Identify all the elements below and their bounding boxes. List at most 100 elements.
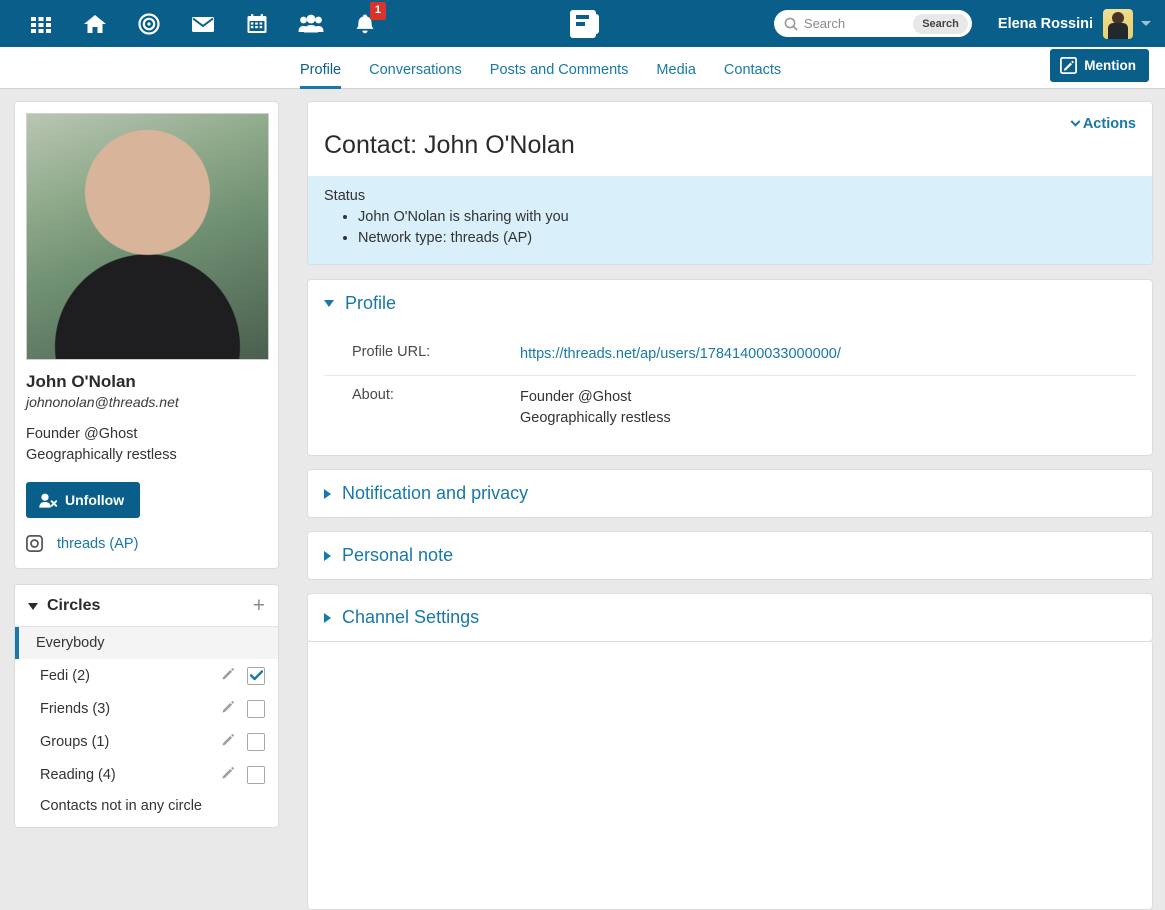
circle-item-reading[interactable]: Reading (4) (15, 758, 278, 791)
status-alert: Status John O'Nolan is sharing with you … (308, 176, 1152, 264)
target-icon[interactable] (122, 0, 176, 47)
envelope-icon[interactable] (176, 0, 230, 47)
edit-pencil-icon[interactable] (221, 765, 236, 784)
circle-item-fedi[interactable]: Fedi (2) (15, 659, 278, 692)
field-label: About: (324, 387, 520, 429)
edit-pencil-icon[interactable] (221, 666, 236, 685)
calendar-icon[interactable] (230, 0, 284, 47)
navbar-right: Search Elena Rossini (774, 9, 1151, 39)
user-name-label[interactable]: Elena Rossini (998, 16, 1093, 32)
edit-pencil-icon[interactable] (221, 732, 236, 751)
contact-header: Actions Contact: John O'Nolan (308, 102, 1152, 176)
status-list: John O'Nolan is sharing with you Network… (324, 207, 1136, 248)
mention-button-label: Mention (1084, 58, 1136, 73)
circle-checkbox[interactable] (247, 733, 265, 751)
about-line-1: Founder @Ghost (520, 387, 671, 408)
apps-grid-icon[interactable] (14, 0, 68, 47)
triangle-down-icon[interactable] (28, 603, 38, 610)
search-box[interactable]: Search (774, 10, 972, 37)
search-button[interactable]: Search (913, 14, 968, 34)
about-line-2: Geographically restless (520, 408, 671, 429)
section-title: Notification and privacy (342, 483, 528, 504)
circle-checkbox[interactable] (247, 766, 265, 784)
field-value: https://threads.net/ap/users/17841400033… (520, 344, 841, 365)
bell-icon[interactable]: 1 (338, 0, 392, 47)
page-body: John O'Nolan johnonolan@threads.net Foun… (0, 89, 1165, 910)
field-value: Founder @Ghost Geographically restless (520, 387, 671, 429)
mention-button[interactable]: Mention (1050, 49, 1149, 82)
field-label: Profile URL: (324, 344, 520, 365)
field-row-profile-url: Profile URL: https://threads.net/ap/user… (324, 333, 1136, 376)
triangle-down-icon (324, 300, 334, 307)
section-channel-settings: Channel Settings (307, 593, 1153, 642)
circles-header: Circles + (15, 585, 278, 627)
circle-label: Contacts not in any circle (40, 798, 265, 814)
nav-icon-group: 1 (14, 0, 392, 47)
search-icon (784, 17, 798, 31)
unfollow-button-label: Unfollow (65, 492, 124, 508)
contacts-icon[interactable] (284, 0, 338, 47)
edit-pencil-icon[interactable] (221, 699, 236, 718)
section-title: Profile (345, 293, 396, 314)
section-profile-body: Profile URL: https://threads.net/ap/user… (308, 327, 1152, 455)
contact-bio-line-2: Geographically restless (26, 445, 267, 466)
section-profile-header[interactable]: Profile (308, 280, 1152, 327)
circle-label: Reading (4) (40, 767, 221, 783)
notification-badge[interactable]: 1 (370, 2, 386, 20)
section-personal-note: Personal note (307, 531, 1153, 580)
compose-pencil-icon (1060, 57, 1077, 74)
contact-bio: Founder @Ghost Geographically restless (26, 424, 267, 465)
circle-item-friends[interactable]: Friends (3) (15, 692, 278, 725)
tab-posts-and-comments[interactable]: Posts and Comments (490, 62, 629, 88)
triangle-right-icon (324, 551, 331, 561)
circle-label: Everybody (36, 635, 265, 651)
sidebar: John O'Nolan johnonolan@threads.net Foun… (14, 101, 279, 828)
circle-label: Groups (1) (40, 734, 221, 750)
tab-media[interactable]: Media (656, 62, 696, 88)
circle-checkbox[interactable] (247, 667, 265, 685)
chevron-down-icon[interactable] (1141, 21, 1151, 26)
home-icon[interactable] (68, 0, 122, 47)
top-navbar: 1 Search Elena Rossini (0, 0, 1165, 47)
section-personal-note-header[interactable]: Personal note (308, 532, 1152, 579)
contact-name: John O'Nolan (26, 372, 267, 392)
unfollow-button[interactable]: Unfollow (26, 482, 140, 518)
network-row: threads (AP) (26, 535, 267, 552)
friendica-logo[interactable] (570, 10, 596, 38)
add-circle-icon[interactable]: + (253, 599, 265, 613)
page-title: Contact: John O'Nolan (324, 131, 1136, 160)
content-filler (307, 642, 1153, 910)
section-notification-and-privacy-header[interactable]: Notification and privacy (308, 470, 1152, 517)
actions-dropdown[interactable]: Actions (1072, 116, 1136, 132)
network-type-link[interactable]: threads (AP) (57, 536, 138, 552)
contact-handle: johnonolan@threads.net (26, 394, 267, 410)
circle-checkbox[interactable] (247, 700, 265, 718)
section-profile: Profile Profile URL: https://threads.net… (307, 279, 1153, 456)
status-label: Status (324, 188, 1136, 204)
avatar[interactable] (1103, 9, 1133, 39)
circle-item-everybody[interactable]: Everybody (15, 627, 278, 659)
triangle-right-icon (324, 613, 331, 623)
circle-label: Friends (3) (40, 701, 221, 717)
circle-item-groups[interactable]: Groups (1) (15, 725, 278, 758)
check-icon (250, 670, 263, 681)
chevron-down-icon (1070, 116, 1080, 126)
contact-profile-card: John O'Nolan johnonolan@threads.net Foun… (14, 101, 279, 569)
contact-bio-line-1: Founder @Ghost (26, 424, 267, 445)
search-input[interactable] (798, 16, 913, 31)
tab-bar: Profile Conversations Posts and Comments… (0, 47, 1165, 89)
circle-item-no-circle[interactable]: Contacts not in any circle (15, 791, 278, 827)
profile-url-link[interactable]: https://threads.net/ap/users/17841400033… (520, 346, 841, 362)
instagram-icon (26, 535, 43, 552)
tab-contacts[interactable]: Contacts (724, 62, 781, 88)
section-channel-settings-header[interactable]: Channel Settings (308, 594, 1152, 641)
tab-profile[interactable]: Profile (300, 62, 341, 88)
tab-conversations[interactable]: Conversations (369, 62, 462, 88)
contact-photo[interactable] (26, 113, 269, 360)
user-times-icon (39, 493, 57, 508)
section-title: Personal note (342, 545, 453, 566)
triangle-right-icon (324, 489, 331, 499)
section-notification-and-privacy: Notification and privacy (307, 469, 1153, 518)
status-item: Network type: threads (AP) (358, 228, 1136, 249)
main-content: Actions Contact: John O'Nolan Status Joh… (307, 101, 1153, 910)
